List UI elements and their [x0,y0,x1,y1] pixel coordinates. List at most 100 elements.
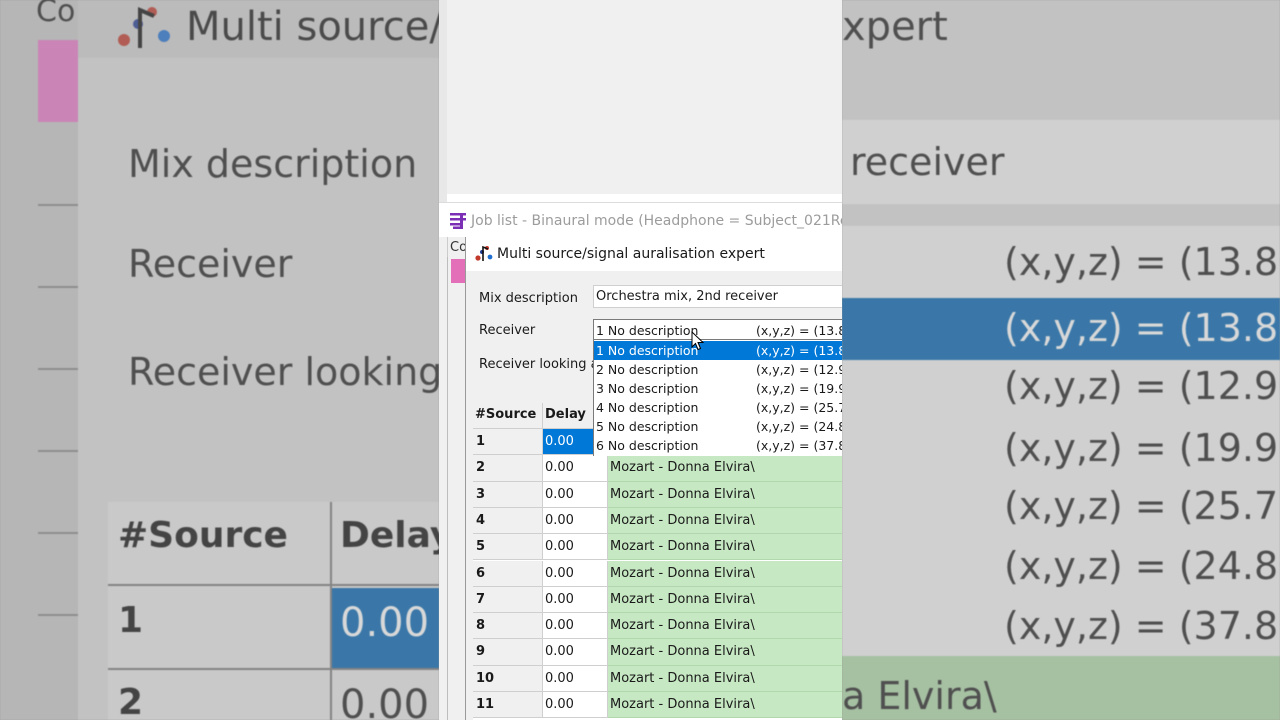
source-number-cell: 4 [473,507,543,535]
delay-cell[interactable]: 0.00 [543,481,608,508]
column-header-source[interactable]: #Source [473,403,543,429]
background-right-title: xpert [842,4,948,50]
signal-cell[interactable]: Mozart - Donna Elvira\ [608,560,842,587]
receiver-label: Receiver [479,323,536,338]
table-row[interactable]: 5 0.00 Mozart - Donna Elvira\ [473,534,842,561]
delay-cell[interactable]: 0.00 [543,613,608,640]
receiver-option[interactable]: 5 No description (x,y,z) = (24.80 [594,417,842,436]
job-list-title-bar[interactable]: Job list - Binaural mode (Headphone = Su… [439,202,842,237]
receiver-option-name: 5 No description [596,419,699,434]
receiver-option-coords: (x,y,z) = (12.90 [756,362,842,377]
background-row-2-delay: 0.00 [340,682,430,720]
table-row[interactable]: 4 0.00 Mozart - Donna Elvira\ [473,507,842,535]
receiver-option-coords: (x,y,z) = (37.80 [756,438,842,453]
background-right-coord-1: (x,y,z) = (13.80 [1004,306,1280,350]
background-zoom-left: Co Multi source/ Mix description Receive… [0,0,439,720]
background-col-delay: Delay [340,515,439,556]
source-number-cell: 11 [473,692,543,719]
signal-cell[interactable]: Mozart - Donna Elvira\ [608,455,842,482]
receiver-select-name: 1 No description [596,323,699,338]
background-right-bottom-text: a Elvira\ [842,674,997,718]
background-receiver-label: Receiver [128,242,293,286]
delay-cell[interactable]: 0.00 [543,507,608,535]
background-right-coord-0: (x,y,z) = (13.80 [1004,240,1280,284]
multi-source-dialog: Multi source/signal auralisation expert … [465,237,842,720]
background-zoom-right: xpert receiver (x,y,z) = (13.80 (x,y,z) … [842,0,1280,720]
receiver-option-coords: (x,y,z) = (19.90 [756,381,842,396]
signal-cell[interactable]: Mozart - Donna Elvira\ [608,613,842,640]
job-list-title: Job list - Binaural mode (Headphone = Su… [471,213,842,229]
table-row[interactable]: 2 0.00 Mozart - Donna Elvira\ [473,455,842,482]
mix-description-label: Mix description [479,291,578,306]
receiver-option[interactable]: 6 No description (x,y,z) = (37.80 [594,436,842,455]
receiver-option-coords: (x,y,z) = (24.80 [756,419,842,434]
signal-cell[interactable]: Mozart - Donna Elvira\ [608,692,842,719]
delay-cell[interactable]: 0.00 [543,534,608,561]
table-row[interactable]: 7 0.00 Mozart - Donna Elvira\ [473,586,842,614]
receiver-option-name: 2 No description [596,362,699,377]
receiver-option-name: 3 No description [596,381,699,396]
delay-cell[interactable]: 0.00 [543,586,608,614]
receiver-option[interactable]: 4 No description (x,y,z) = (25.75 [594,398,842,417]
table-row[interactable]: 10 0.00 Mozart - Donna Elvira\ [473,665,842,692]
background-pink-block [38,40,78,122]
table-row[interactable]: 6 0.00 Mozart - Donna Elvira\ [473,560,842,587]
background-right-coord-5: (x,y,z) = (24.80 [1004,544,1280,588]
receiver-option-name: 4 No description [596,400,699,415]
receiver-select-coords: (x,y,z) = (13.80 [756,323,842,338]
background-left-strip [0,0,78,720]
background-right-coord-6: (x,y,z) = (37.80 [1004,604,1280,648]
mix-description-field[interactable]: Orchestra mix, 2nd receiver [593,285,842,308]
receiver-option-coords: (x,y,z) = (13.80 [756,343,842,358]
source-number-cell: 3 [473,481,543,508]
source-number-cell: 1 [473,429,543,456]
delay-cell[interactable]: 0.00 [543,692,608,719]
receiver-option[interactable]: 2 No description (x,y,z) = (12.90 [594,360,842,379]
source-number-cell: 2 [473,455,543,482]
delay-cell[interactable]: 0.00 [543,665,608,692]
receiver-option[interactable]: 3 No description (x,y,z) = (19.90 [594,379,842,398]
background-row-1-delay: 0.00 [340,600,430,646]
background-mix-label: Mix description [128,142,418,186]
upper-empty-panel [439,0,842,202]
signal-cell[interactable]: Mozart - Donna Elvira\ [608,639,842,666]
source-number-cell: 6 [473,560,543,587]
receiver-option-coords: (x,y,z) = (25.75 [756,400,842,415]
dialog-title: Multi source/signal auralisation expert [497,246,765,262]
delay-cell[interactable]: 0.00 [543,639,608,666]
table-row[interactable]: 11 0.00 Mozart - Donna Elvira\ [473,692,842,719]
background-right-coord-4: (x,y,z) = (25.75 [1004,484,1280,528]
receiver-option-name: 6 No description [596,438,699,453]
table-row[interactable]: 9 0.00 Mozart - Donna Elvira\ [473,639,842,666]
source-number-cell: 8 [473,613,543,640]
receiver-dropdown-list[interactable]: 1 No description (x,y,z) = (13.80 2 No d… [593,340,842,456]
receiver-option[interactable]: 1 No description (x,y,z) = (13.80 [594,341,842,360]
background-receiver-looking-label: Receiver looking a [128,350,439,394]
signal-cell[interactable]: Mozart - Donna Elvira\ [608,586,842,614]
background-row-2-num: 2 [118,682,144,720]
signal-cell[interactable]: Mozart - Donna Elvira\ [608,507,842,535]
mouse-cursor-icon [691,331,705,351]
dialog-title-bar[interactable]: Multi source/signal auralisation expert [466,237,842,271]
background-col-source: #Source [118,515,288,556]
job-list-app-icon [448,211,468,231]
table-row[interactable]: 8 0.00 Mozart - Donna Elvira\ [473,613,842,640]
source-number-cell: 10 [473,665,543,692]
source-number-cell: 5 [473,534,543,561]
signal-cell[interactable]: Mozart - Donna Elvira\ [608,665,842,692]
signal-cell[interactable]: Mozart - Donna Elvira\ [608,481,842,508]
background-title: Multi source/ [186,4,439,50]
receiver-looking-at-label: Receiver looking at [479,357,604,372]
delay-cell[interactable]: 0.00 [543,455,608,482]
receiver-option-name: 1 No description [596,343,699,358]
delay-cell[interactable]: 0.00 [543,560,608,587]
receiver-select[interactable]: 1 No description (x,y,z) = (13.80 [593,319,842,340]
foreground-window-stack: Job list - Binaural mode (Headphone = Su… [439,0,842,720]
multi-source-logo-icon [475,245,493,261]
signal-cell[interactable]: Mozart - Donna Elvira\ [608,534,842,561]
source-number-cell: 9 [473,639,543,666]
source-number-cell: 7 [473,586,543,614]
background-row-1-num: 1 [118,600,144,641]
background-logo-icon [118,6,170,48]
table-row[interactable]: 3 0.00 Mozart - Donna Elvira\ [473,481,842,508]
